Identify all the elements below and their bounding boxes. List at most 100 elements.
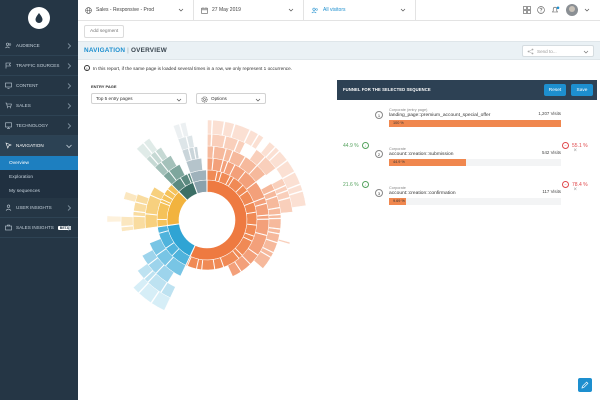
- site-selector[interactable]: Sales - Responsive - Prod: [78, 0, 194, 21]
- sunburst-segment[interactable]: [207, 133, 212, 147]
- sunburst-segment[interactable]: [201, 259, 215, 271]
- step-visits: 542 Visits: [542, 150, 561, 155]
- sidebar-subitem-exploration[interactable]: Exploration: [0, 170, 78, 184]
- chevron-right-icon: [67, 103, 72, 109]
- help-icon[interactable]: [537, 6, 545, 14]
- sunburst-segment[interactable]: [123, 191, 138, 203]
- sunburst-segment[interactable]: [211, 119, 225, 136]
- step-category: Corporate (entry page): [389, 108, 428, 112]
- sidebar: Audience Traffic sources Content Sales T…: [0, 0, 78, 400]
- reset-button[interactable]: Reset: [544, 84, 566, 96]
- date-selector[interactable]: 27 May 2019: [194, 0, 304, 21]
- calendar-icon: [201, 6, 208, 14]
- sidebar-item-label: Sales: [16, 103, 31, 108]
- arrow-down-icon: ↓: [361, 181, 369, 188]
- options-select[interactable]: Options: [196, 93, 266, 104]
- sunburst-segment[interactable]: [256, 215, 270, 220]
- funnel-step-3[interactable]: 3 Corporate account::creation::confirmat…: [375, 185, 577, 213]
- sidebar-item-user-insights[interactable]: User insights: [0, 198, 78, 218]
- step-bar-label: 100 %: [393, 121, 404, 126]
- sunburst-segment[interactable]: [207, 157, 214, 171]
- step-number: 3: [375, 189, 383, 197]
- sidebar-item-sales[interactable]: Sales: [0, 96, 78, 116]
- sunburst-segment[interactable]: [106, 215, 122, 223]
- entry-page-select[interactable]: Top 5 entry pages: [91, 93, 187, 104]
- logo-area: [0, 0, 78, 36]
- step-page: landing_page::premium_account_special_of…: [389, 113, 491, 118]
- send-to-select[interactable]: Send to...: [522, 45, 594, 57]
- flag-icon: [5, 62, 12, 69]
- options-select-value: Options: [211, 96, 227, 101]
- sunburst-segment[interactable]: [207, 145, 214, 159]
- close-icon[interactable]: ×: [573, 148, 577, 154]
- page-header: NAVIGATION | OVERVIEW Send to...: [78, 41, 600, 60]
- close-icon[interactable]: ×: [573, 187, 577, 193]
- sunburst-segment[interactable]: [156, 219, 168, 227]
- add-segment-button[interactable]: Add segment: [84, 25, 125, 38]
- funnel-step-1[interactable]: 1 Corporate (entry page) landing_page::p…: [375, 107, 561, 135]
- sidebar-item-label: Navigation: [16, 143, 44, 148]
- step-category: Corporate: [389, 186, 406, 190]
- step-visits: 1,207 Visits: [538, 111, 561, 116]
- funnel-step-2[interactable]: 2 Corporate account::creation::submissio…: [375, 146, 577, 174]
- sunburst-segment[interactable]: [120, 216, 134, 227]
- section-title: NAVIGATION: [84, 47, 126, 54]
- save-button[interactable]: Save: [571, 84, 593, 96]
- cart-icon: [5, 102, 12, 109]
- sidebar-item-audience[interactable]: Audience: [0, 36, 78, 56]
- sidebar-item-label: Traffic sources: [16, 63, 60, 68]
- user-avatar[interactable]: [566, 4, 578, 16]
- edit-fab-button[interactable]: [578, 378, 592, 392]
- step-bar: 100 %: [389, 120, 561, 127]
- segment-row: Add segment: [78, 21, 600, 41]
- navigation-sunburst-chart[interactable]: [95, 108, 320, 333]
- chevron-down-icon: [288, 8, 294, 11]
- page-title: NAVIGATION | OVERVIEW: [84, 47, 167, 54]
- step-category: Corporate: [389, 147, 406, 151]
- app-logo[interactable]: [28, 7, 50, 29]
- step-page: account::creation::confirmation: [389, 191, 456, 196]
- chevron-right-icon: [67, 225, 72, 231]
- sunburst-segment[interactable]: [268, 218, 282, 229]
- users-icon: [311, 7, 318, 13]
- chevron-down-icon: [255, 98, 261, 102]
- sidebar-item-sales-insights[interactable]: Sales insights beta: [0, 218, 78, 238]
- sidebar-item-traffic-sources[interactable]: Traffic sources: [0, 56, 78, 76]
- step-page: account::creation::submission: [389, 152, 454, 157]
- notifications-icon[interactable]: [551, 6, 560, 14]
- chevron-down-icon: [176, 98, 182, 102]
- sunburst-segment[interactable]: [144, 213, 158, 229]
- step-bar-label: 9.69 %: [393, 199, 405, 204]
- app-root: Audience Traffic sources Content Sales T…: [0, 0, 600, 400]
- sunburst-segment[interactable]: [211, 133, 226, 148]
- sidebar-subitem-my-sequences[interactable]: My sequences: [0, 184, 78, 198]
- step-bar: 44.9 %: [389, 159, 466, 166]
- step-number: 2: [375, 150, 383, 158]
- sunburst-segment[interactable]: [277, 238, 291, 245]
- user-icon: [5, 204, 12, 211]
- sunburst-segment[interactable]: [246, 212, 258, 226]
- sidebar-item-content[interactable]: Content: [0, 76, 78, 96]
- segment-selector-label: All visitors: [323, 7, 346, 13]
- apps-grid-icon[interactable]: [523, 6, 531, 14]
- sunburst-segment[interactable]: [207, 119, 213, 135]
- sidebar-item-technology[interactable]: Technology: [0, 116, 78, 136]
- conversion-value: 21.6 %: [343, 181, 359, 188]
- title-separator: |: [127, 47, 130, 54]
- chevron-right-icon: [67, 205, 72, 211]
- conversion-value: 44.9 %: [343, 142, 359, 149]
- desktop-icon: [5, 122, 12, 129]
- step-bar: 9.69 %: [389, 198, 406, 205]
- chevron-down-icon[interactable]: [584, 7, 590, 13]
- sidebar-item-navigation[interactable]: Navigation: [0, 136, 78, 156]
- segment-selector[interactable]: All visitors: [304, 0, 416, 21]
- sunburst-segment[interactable]: [268, 214, 282, 219]
- sunburst-segment[interactable]: [132, 216, 146, 231]
- sunburst-segment[interactable]: [121, 225, 134, 232]
- step-bar-track: [389, 198, 561, 205]
- conversion-rate-2: 21.6 % ↓: [343, 181, 369, 188]
- chevron-down-icon: [66, 144, 72, 149]
- sidebar-subitem-overview[interactable]: Overview: [0, 156, 78, 170]
- sunburst-segment[interactable]: [255, 219, 270, 236]
- page-subtitle: OVERVIEW: [131, 47, 167, 54]
